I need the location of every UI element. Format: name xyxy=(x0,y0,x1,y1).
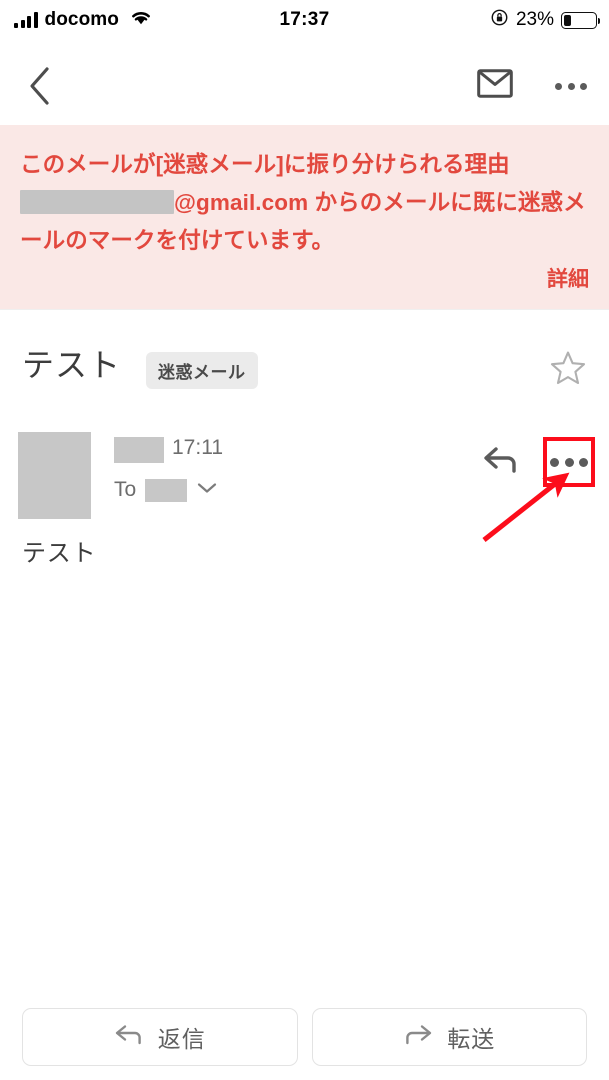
more-horizontal-icon xyxy=(550,457,588,467)
reply-arrow-icon xyxy=(114,1023,144,1052)
spam-details-link[interactable]: 詳細 xyxy=(547,263,589,293)
star-button[interactable] xyxy=(549,350,587,392)
forward-button[interactable]: 転送 xyxy=(311,1008,587,1066)
recipient-row[interactable]: To xyxy=(114,478,218,502)
rotation-lock-icon xyxy=(490,8,509,32)
spam-warning-line-1: このメールが[迷惑メール]に振り分けられる理由 xyxy=(20,152,510,177)
forward-button-label: 転送 xyxy=(447,1026,496,1052)
battery-icon xyxy=(561,11,601,29)
spam-warning-banner: このメールが[迷惑メール]に振り分けられる理由 @gmail.com からのメー… xyxy=(0,125,609,310)
star-outline-icon xyxy=(549,351,587,391)
message-actions xyxy=(477,437,595,487)
spam-label-badge: 迷惑メール xyxy=(146,352,258,389)
more-horizontal-icon xyxy=(555,82,587,90)
redacted-email-local-part xyxy=(20,190,174,214)
email-detail-screen: docomo 17:37 23% このメールが[迷惑メール]に振り分けられる理由… xyxy=(0,0,609,1080)
navigation-bar xyxy=(0,48,609,124)
reply-arrow-icon xyxy=(482,445,520,480)
chevron-down-icon xyxy=(196,481,218,500)
message-reply-button[interactable] xyxy=(477,438,525,486)
overflow-menu-button[interactable] xyxy=(547,62,595,110)
message-more-button[interactable] xyxy=(543,437,595,487)
mark-unread-button[interactable] xyxy=(471,62,519,110)
back-button[interactable] xyxy=(16,62,64,110)
navigation-actions xyxy=(471,62,595,110)
status-bar-right: 23% xyxy=(490,8,601,32)
message-time: 17:11 xyxy=(172,436,223,459)
bottom-action-bar: 返信 転送 xyxy=(0,1000,609,1080)
sender-avatar xyxy=(18,432,91,519)
subject-row: テスト 迷惑メール xyxy=(0,332,609,402)
forward-arrow-icon xyxy=(403,1023,433,1052)
reply-button-label: 返信 xyxy=(157,1026,206,1052)
battery-percent-label: 23% xyxy=(515,9,554,30)
sender-name-redacted xyxy=(114,437,164,463)
spam-warning-line-2: @gmail.com からのメールに既に迷惑メ xyxy=(174,190,586,215)
spam-warning-line-3: ールのマークを付けています。 xyxy=(20,228,335,253)
reply-button[interactable]: 返信 xyxy=(22,1008,298,1066)
recipient-redacted xyxy=(145,478,188,502)
to-label: To xyxy=(114,478,137,501)
message-body-text: テスト xyxy=(22,540,97,567)
envelope-icon xyxy=(477,69,513,103)
subject-text: テスト xyxy=(22,347,122,383)
status-bar: docomo 17:37 23% xyxy=(0,0,609,48)
spam-warning-text: このメールが[迷惑メール]に振り分けられる理由 @gmail.com からのメー… xyxy=(20,146,588,260)
